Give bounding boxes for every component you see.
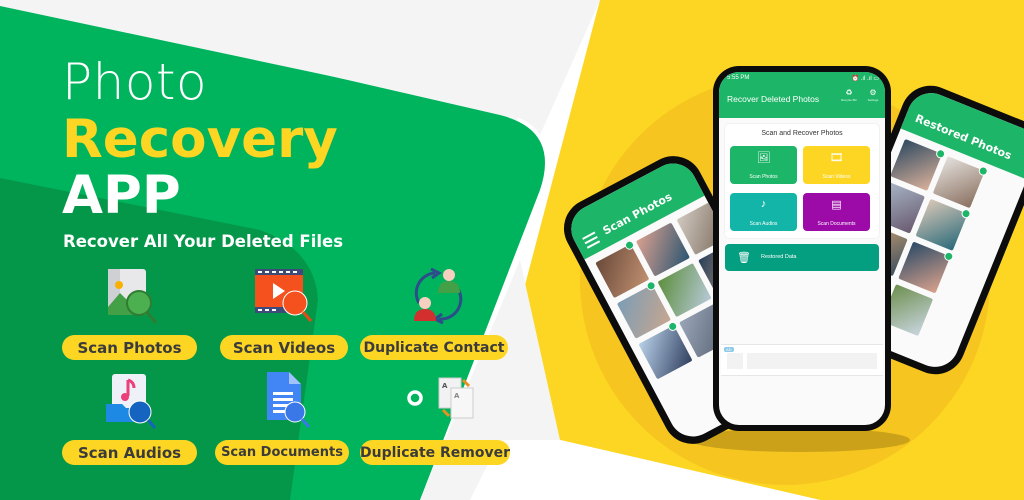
photo-thumbnail[interactable]: [898, 241, 951, 294]
ad-banner[interactable]: AD: [721, 344, 883, 376]
recycle-bin-label: Recycle Bin: [841, 98, 857, 102]
status-time: 5:55 PM: [727, 75, 750, 81]
tile-label: Scan Videos: [822, 174, 851, 180]
headline-photo: Photo: [62, 53, 208, 111]
scan-videos-pill[interactable]: Scan Videos: [220, 335, 348, 360]
tagline: Recover All Your Deleted Files: [63, 232, 344, 251]
tile-scan-documents[interactable]: ▤ Scan Documents: [803, 193, 870, 231]
ad-text-placeholder: [747, 353, 877, 369]
trash-restore-icon: 🗑: [737, 252, 751, 264]
document-search-icon: [208, 367, 358, 433]
settings-button[interactable]: ⚙ Settings: [863, 88, 883, 102]
audio-search-icon: ♪: [760, 198, 767, 210]
main-phone-screen: 5:55 PM ⏰ .ıl .ıl ▭ Recover Deleted Phot…: [719, 72, 885, 425]
duplicate-docs-icon: A A: [362, 367, 512, 433]
headline-app: APP: [62, 165, 181, 226]
photo-thumbnail[interactable]: [932, 156, 985, 209]
duplicate-contact-pill[interactable]: Duplicate Contact: [360, 335, 508, 360]
feature-scan-videos[interactable]: Scan Videos: [208, 262, 358, 362]
scan-photos-pill[interactable]: Scan Photos: [62, 335, 197, 360]
duplicate-remover-pill[interactable]: Duplicate Remover: [360, 440, 510, 465]
tile-label: Scan Audios: [749, 221, 778, 227]
scan-audios-pill[interactable]: Scan Audios: [62, 440, 197, 465]
svg-text:A: A: [442, 382, 448, 390]
card-title: Scan and Recover Photos: [761, 130, 843, 137]
tile-scan-audios[interactable]: ♪ Scan Audios: [730, 193, 797, 231]
video-search-icon: [208, 262, 358, 328]
gear-icon: ⚙: [869, 88, 877, 97]
restored-data-label: Restored Data: [761, 254, 797, 260]
recycle-bin-button[interactable]: ♻ Recycle Bin: [839, 88, 859, 102]
settings-label: Settings: [867, 98, 879, 102]
tile-label: Scan Photos: [749, 174, 778, 180]
recycle-bin-icon: ♻: [845, 88, 853, 97]
feature-scan-photos[interactable]: Scan Photos: [55, 262, 205, 362]
feature-duplicate-contact[interactable]: Duplicate Contact: [360, 262, 512, 362]
app-title: Recover Deleted Photos: [727, 94, 820, 104]
ad-image-placeholder: [727, 353, 743, 369]
photo-search-icon: [55, 262, 205, 328]
svg-text:A: A: [454, 392, 460, 400]
headline-recovery: Recovery: [62, 109, 338, 170]
scan-documents-pill[interactable]: Scan Documents: [215, 440, 349, 465]
restored-data-button[interactable]: 🗑 Restored Data: [725, 244, 879, 271]
tile-scan-videos[interactable]: 🎞 Scan Videos: [803, 146, 870, 184]
feature-scan-audios[interactable]: Scan Audios: [55, 367, 205, 467]
feature-duplicate-remover[interactable]: A A Duplicate Remover: [360, 367, 512, 467]
tile-label: Scan Documents: [817, 221, 856, 227]
main-phone: 5:55 PM ⏰ .ıl .ıl ▭ Recover Deleted Phot…: [713, 66, 891, 431]
app-bar: 5:55 PM ⏰ .ıl .ıl ▭ Recover Deleted Phot…: [719, 72, 885, 118]
contact-sync-icon: [362, 262, 512, 328]
tile-scan-photos[interactable]: 🖼 Scan Photos: [730, 146, 797, 184]
photo-search-icon: 🖼: [756, 152, 771, 164]
hamburger-menu-icon[interactable]: [582, 231, 601, 249]
photo-thumbnail[interactable]: [890, 138, 943, 191]
feature-scan-documents[interactable]: Scan Documents: [208, 367, 358, 467]
audio-search-icon: [55, 367, 205, 433]
photo-thumbnail[interactable]: [915, 198, 968, 251]
video-search-icon: 🎞: [829, 152, 844, 164]
status-icons: ⏰ .ıl .ıl ▭: [851, 76, 879, 82]
scan-card: Scan and Recover Photos 🖼 Scan Photos 🎞 …: [725, 124, 879, 238]
ad-badge: AD: [724, 347, 734, 352]
document-search-icon: ▤: [831, 199, 842, 211]
